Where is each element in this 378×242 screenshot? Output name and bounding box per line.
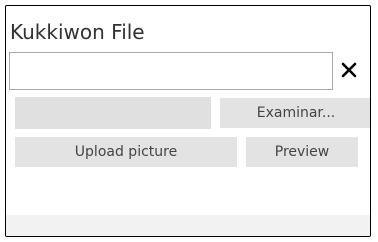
panel-footer <box>6 215 370 236</box>
browse-button[interactable]: Examinar... <box>220 98 370 128</box>
close-icon <box>340 61 358 79</box>
file-name-input[interactable] <box>9 52 333 90</box>
selected-file-path <box>15 97 211 129</box>
panel-title: Kukkiwon File <box>10 20 145 44</box>
preview-button[interactable]: Preview <box>246 137 358 167</box>
clear-button[interactable] <box>340 61 358 79</box>
kukkiwon-file-panel: Kukkiwon File Examinar... Upload picture… <box>5 5 371 237</box>
upload-picture-button[interactable]: Upload picture <box>15 137 237 167</box>
